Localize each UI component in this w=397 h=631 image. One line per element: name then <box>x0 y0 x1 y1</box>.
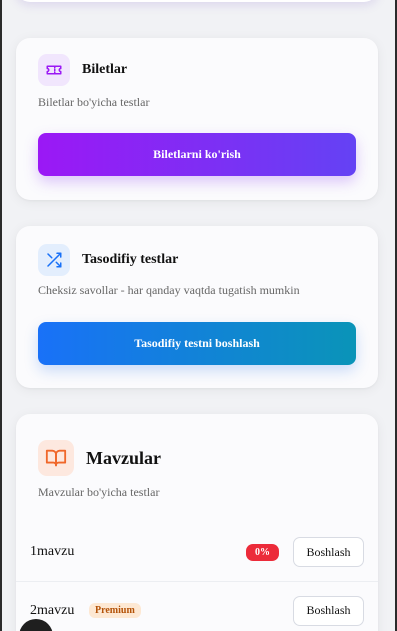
biletlar-description: Biletlar bo'yicha testlar <box>38 95 150 109</box>
biletlar-header: Biletlar <box>38 54 127 86</box>
biletlar-title: Biletlar <box>82 62 128 77</box>
random-tests-title: Tasodifiy testlar <box>82 252 179 267</box>
topics-description: Mavzular bo'yicha testlar <box>38 485 160 499</box>
random-tests-card: Tasodifiy testlar Cheksiz savollar - har… <box>16 226 378 388</box>
topics-title: Mavzular <box>86 447 161 468</box>
topics-card: Mavzular Mavzular bo'yicha testlar 1mavz… <box>16 414 378 631</box>
ticket-icon <box>38 54 70 86</box>
topic-name: 2mavzu <box>30 602 75 618</box>
topic-name: 1mavzu <box>30 544 75 559</box>
premium-badge: Premium <box>89 603 141 618</box>
previous-card <box>16 0 378 2</box>
start-topic-button[interactable]: Boshlash <box>293 595 364 626</box>
random-tests-description: Cheksiz savollar - har qanday vaqtda tug… <box>38 283 300 297</box>
topic-row[interactable]: 1mavzu 0% Boshlash <box>16 523 378 581</box>
topic-row[interactable]: 2mavzu Premium Boshlash <box>16 581 378 631</box>
window-border-left <box>0 0 2 631</box>
start-topic-button[interactable]: Boshlash <box>293 537 364 567</box>
view-tickets-button[interactable]: Biletlarni ko'rish <box>38 133 356 176</box>
start-random-test-button[interactable]: Tasodifiy testni boshlash <box>38 322 356 365</box>
shuffle-icon <box>38 244 70 276</box>
progress-badge: 0% <box>246 543 279 561</box>
book-icon <box>38 440 74 476</box>
random-tests-header: Tasodifiy testlar <box>38 244 178 276</box>
biletlar-card: Biletlar Biletlar bo'yicha testlar Bilet… <box>16 38 378 200</box>
topics-header: Mavzular <box>38 440 161 476</box>
